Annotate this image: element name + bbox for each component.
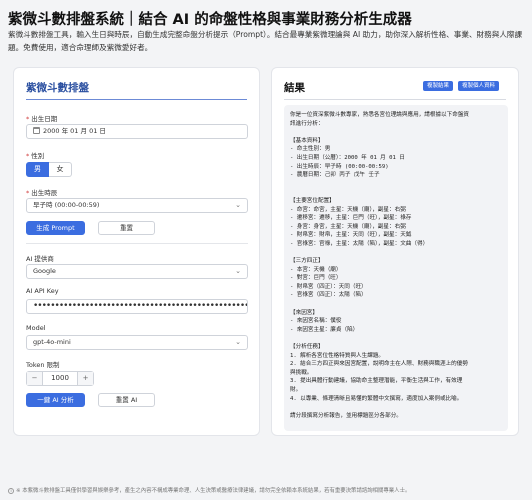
copy-personal-button[interactable]: 複製個人資料 <box>458 81 500 91</box>
info-icon: i <box>8 488 14 494</box>
result-line <box>290 300 502 309</box>
form-title-divider <box>26 99 247 100</box>
result-line <box>290 180 502 189</box>
chart-form-panel: 紫微斗數排盤 * 出生日期 2000 年 01 月 01 日 * 性別 男 女 * 出… <box>13 67 260 436</box>
result-line: - 官祿宮（四正）：太陽（陷） <box>290 292 367 299</box>
copy-result-button[interactable]: 複製結果 <box>423 81 454 91</box>
result-line: - 遷移宮：遷移，主星：巨門（旺），副星：祿存 <box>290 215 412 222</box>
gender-male-button[interactable]: 男 <box>26 162 49 177</box>
result-line: 【基本資料】 <box>290 137 324 144</box>
result-line: 1. 解析各宮位性格特質與人生課題。 <box>290 352 385 359</box>
result-panel: 結果 複製結果 複製個人資料 你是一位資深紫微斗數專家，熟悉各宮位理論與應用，請… <box>271 67 519 436</box>
birth-time-select[interactable]: 早子時 (00:00-00:59) ⌄ <box>26 198 248 213</box>
result-line <box>290 249 502 258</box>
result-title-divider <box>284 99 506 100</box>
chevron-down-icon: ⌄ <box>235 338 241 346</box>
result-line: - 來因宮名稱：僕役 <box>290 318 342 325</box>
result-line: 【分析任務】 <box>290 344 324 351</box>
increment-button[interactable]: + <box>78 372 93 385</box>
form-title: 紫微斗數排盤 <box>26 82 89 94</box>
result-line: - 命宮：命宮，主星：天機（廟），副星：右弼 <box>290 206 406 213</box>
calendar-icon <box>33 127 40 134</box>
result-line: 訊進行分析： <box>290 120 324 127</box>
model-label: Model <box>26 324 46 332</box>
result-line: - 身宮：身宮，主星：天機（廟），副星：右弼 <box>290 223 406 230</box>
ai-provider-select[interactable]: Google ⌄ <box>26 264 248 279</box>
generate-prompt-button[interactable]: 生成 Prompt <box>26 221 85 235</box>
result-line: 3. 提出具體行動建議，協助命主整理潛能，平衡生活與工作，有效理 <box>290 378 463 385</box>
result-line: - 財帛宮（四正）：天同（旺） <box>290 283 367 290</box>
result-line: 請分段撰寫分析報告，並用標題區分各部分。 <box>290 412 402 419</box>
chevron-down-icon: ⌄ <box>235 201 241 209</box>
gender-toggle: 男 女 <box>26 162 72 177</box>
page-description: 紫微斗數排盤工具，輸入生日與時辰，自動生成完整命盤分析提示（Prompt）。結合… <box>8 30 523 52</box>
reset-button[interactable]: 重置 <box>98 221 155 235</box>
page-title: 紫微斗數排盤系統｜結合 AI 的命盤性格與事業財務分析生成器 <box>8 12 412 28</box>
token-limit-value[interactable]: 1000 <box>42 372 78 385</box>
result-line: 4. 以專業、條理清晰且易懂的繁體中文撰寫，適度加入案例或比喻。 <box>290 395 463 402</box>
result-line: - 本宮：天機（廟） <box>290 266 342 273</box>
result-line: 2. 結合三方四正與來因宮配置，說明命主在人際、財務與職涯上的優勢 <box>290 361 468 368</box>
result-title: 結果 <box>284 82 305 94</box>
reset-ai-button[interactable]: 重置 AI <box>98 393 155 407</box>
result-line: 【三方四正】 <box>290 258 324 265</box>
gender-female-button[interactable]: 女 <box>49 162 72 177</box>
disclaimer-footer: i ※ 本紫微斗數排盤工具僅供學習與娛樂參考，產生之內容不構成專業命理、人生決策或… <box>8 486 410 494</box>
model-select[interactable]: gpt-4o-mini ⌄ <box>26 335 248 350</box>
decrement-button[interactable]: − <box>27 372 42 385</box>
result-line <box>290 334 502 343</box>
token-limit-stepper: − 1000 + <box>26 371 94 386</box>
result-line: 財。 <box>290 387 302 393</box>
ai-analyze-button[interactable]: 一鍵 AI 分析 <box>26 393 85 407</box>
result-line: 【來因宮】 <box>290 309 318 316</box>
ai-provider-label: AI 提供商 <box>26 255 54 263</box>
result-text-area[interactable]: 你是一位資深紫微斗數專家，熟悉各宮位理論與應用，請根據以下命盤資 訊進行分析： 【基… <box>284 105 508 431</box>
result-line: - 財帛宮：財帛，主星：天同（旺），副星：天鉞 <box>290 232 412 239</box>
result-line <box>290 128 502 137</box>
result-line: - 對宮：巨門（旺） <box>290 275 342 282</box>
result-line: 與挑戰。 <box>290 369 313 376</box>
result-line: 你是一位資深紫微斗數專家，熟悉各宮位理論與應用，請根據以下命盤資 <box>290 112 470 118</box>
api-key-label: AI API Key <box>26 287 59 295</box>
gender-label: * 性別 <box>26 152 45 160</box>
result-line <box>290 188 502 197</box>
chevron-down-icon: ⌄ <box>235 267 241 275</box>
api-key-input[interactable]: ••••••••••••••••••••••••••••••••••••••••… <box>26 299 248 314</box>
result-line: - 來因宮主星：廉貞（陷） <box>290 326 359 333</box>
section-separator <box>26 243 248 244</box>
result-line: 【主要宮位配置】 <box>290 197 335 204</box>
birth-time-label: * 出生時辰 <box>26 189 58 197</box>
result-line <box>290 403 502 412</box>
birth-date-label: * 出生日期 <box>26 115 58 123</box>
result-line: - 官祿宮：官祿，主星：太陽（陷），副星：文曲（得） <box>290 240 429 247</box>
result-line: - 命主性別：男 <box>290 146 331 153</box>
result-line: - 農曆日期：己卯 丙子 戊午 壬子 <box>290 172 380 179</box>
result-line: - 出生時辰：早子時 (00:00-00:59) <box>290 163 389 170</box>
token-limit-label: Token 限制 <box>26 361 60 369</box>
result-line: - 出生日期（公曆）：2000 年 01 月 01 日 <box>290 154 405 161</box>
birth-date-input[interactable]: 2000 年 01 月 01 日 <box>26 124 248 139</box>
